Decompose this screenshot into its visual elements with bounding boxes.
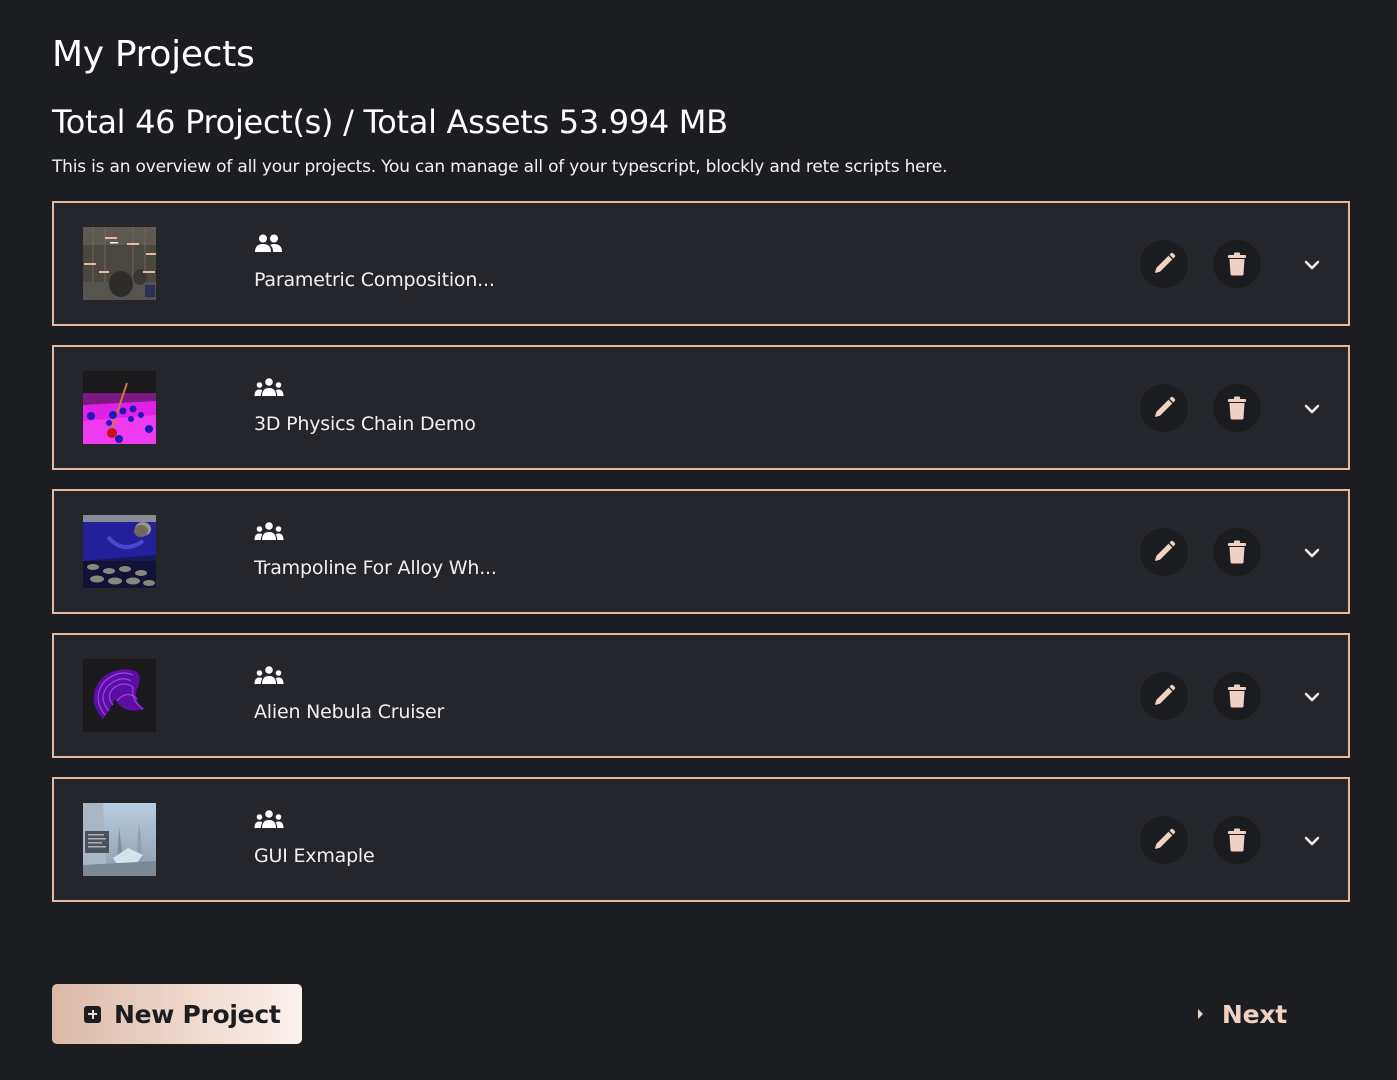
next-label: Next [1221, 999, 1287, 1029]
pencil-icon [1155, 396, 1176, 417]
trash-icon [1228, 828, 1246, 852]
project-list: Parametric Composition... 3D Physics Cha… [52, 201, 1350, 902]
projects-page: My Projects Total 46 Project(s) / Total … [0, 0, 1397, 902]
project-thumbnail[interactable] [83, 803, 156, 876]
project-thumbnail[interactable] [83, 515, 156, 588]
projects-summary: Total 46 Project(s) / Total Assets 53.99… [52, 103, 728, 141]
chevron-down-icon[interactable] [1304, 835, 1320, 847]
parametric-composition-thumbnail [83, 227, 156, 300]
users-icon [254, 810, 284, 828]
pencil-icon [1155, 684, 1176, 705]
trampoline-thumbnail [83, 515, 156, 588]
trash-icon [1228, 684, 1246, 708]
delete-project-button[interactable] [1213, 240, 1261, 288]
delete-project-button[interactable] [1213, 528, 1261, 576]
new-project-button[interactable]: New Project [52, 984, 302, 1044]
edit-project-button[interactable] [1140, 816, 1188, 864]
users-icon [254, 666, 284, 684]
chevron-down-icon[interactable] [1304, 259, 1320, 271]
pencil-icon [1155, 540, 1176, 561]
users-icon [254, 378, 284, 396]
edit-project-button[interactable] [1140, 672, 1188, 720]
users-icon [254, 522, 284, 540]
trash-icon [1228, 252, 1246, 276]
nebula-cruiser-thumbnail [83, 659, 156, 732]
trash-icon [1228, 540, 1246, 564]
delete-project-button[interactable] [1213, 672, 1261, 720]
chevron-down-icon[interactable] [1304, 547, 1320, 559]
new-project-label: New Project [114, 999, 281, 1029]
project-card[interactable]: Parametric Composition... [52, 201, 1350, 326]
project-title[interactable]: 3D Physics Chain Demo [254, 413, 476, 435]
project-title[interactable]: Parametric Composition... [254, 269, 495, 291]
project-title[interactable]: Alien Nebula Cruiser [254, 701, 444, 723]
project-thumbnail[interactable] [83, 227, 156, 300]
pencil-icon [1155, 252, 1176, 273]
trash-icon [1228, 396, 1246, 420]
project-card[interactable]: Trampoline For Alloy Wh... [52, 489, 1350, 614]
next-page-button[interactable]: Next [1197, 984, 1287, 1044]
chevron-down-icon[interactable] [1304, 403, 1320, 415]
page-title: My Projects [52, 34, 255, 75]
chevron-down-icon[interactable] [1304, 691, 1320, 703]
caret-right-icon [1197, 1009, 1203, 1019]
pencil-icon [1155, 828, 1176, 849]
gui-example-thumbnail [83, 803, 156, 876]
user-friends-icon [255, 234, 282, 252]
delete-project-button[interactable] [1213, 816, 1261, 864]
physics-chain-thumbnail [83, 371, 156, 444]
project-card[interactable]: GUI Exmaple [52, 777, 1350, 902]
page-description: This is an overview of all your projects… [52, 157, 948, 177]
project-card[interactable]: Alien Nebula Cruiser [52, 633, 1350, 758]
project-thumbnail[interactable] [83, 659, 156, 732]
edit-project-button[interactable] [1140, 240, 1188, 288]
plus-square-icon [84, 1005, 101, 1023]
project-title[interactable]: GUI Exmaple [254, 845, 375, 867]
project-title[interactable]: Trampoline For Alloy Wh... [254, 557, 497, 579]
edit-project-button[interactable] [1140, 528, 1188, 576]
footer: New Project Next [52, 984, 1350, 1044]
delete-project-button[interactable] [1213, 384, 1261, 432]
project-card[interactable]: 3D Physics Chain Demo [52, 345, 1350, 470]
edit-project-button[interactable] [1140, 384, 1188, 432]
project-thumbnail[interactable] [83, 371, 156, 444]
